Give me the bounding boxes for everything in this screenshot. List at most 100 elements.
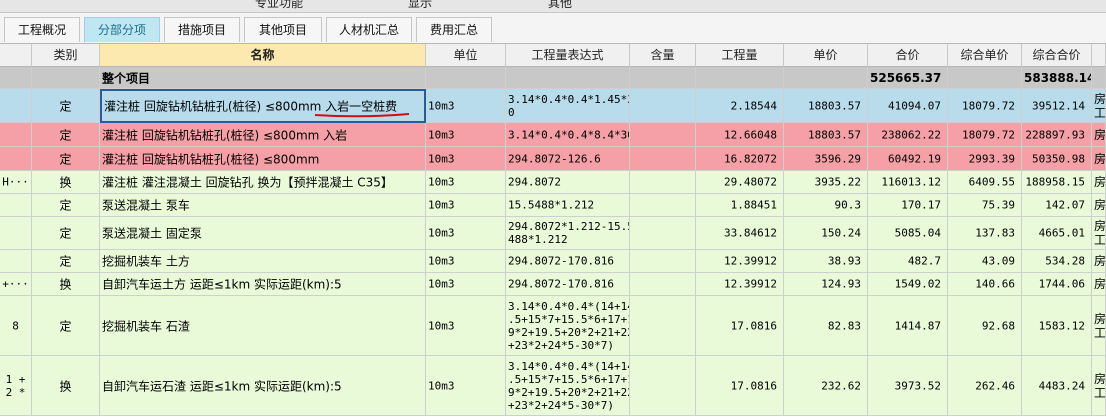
table-row[interactable]: 定灌注桩 回旋钻机钻桩孔(桩径) ≤800mm 入岩一空桩费 10m3 3.14*0… — [0, 89, 1106, 123]
cell-comp-total[interactable]: 142.07 — [1022, 194, 1092, 217]
cell-seq[interactable] — [0, 147, 32, 171]
table-row[interactable]: 定 泵送混凝土 泵车 10m3 15.5488*1.212 1.88451 90.3 170… — [0, 194, 1106, 217]
cell-unit[interactable]: 10m3 — [426, 147, 506, 171]
cell-unit[interactable]: 10m3 — [426, 250, 506, 273]
cell-total[interactable]: 41094.07 — [868, 89, 948, 123]
cell-comp-total[interactable]: 4665.01 — [1022, 217, 1092, 250]
cell-content[interactable] — [630, 194, 696, 217]
cell-type[interactable]: 定 — [32, 147, 100, 171]
cell-extra[interactable]: 房 工 — [1092, 89, 1106, 123]
summary-row[interactable]: 整个项目 525665.37 583888.14 — [0, 67, 1106, 89]
cell-unit-price[interactable]: 90.3 — [784, 194, 868, 217]
cell-type[interactable]: 换 — [32, 356, 100, 416]
cell-quantity[interactable]: 33.84612 — [696, 217, 784, 250]
header-content[interactable]: 含量 — [630, 44, 696, 67]
cell-expression[interactable]: 3.14*0.4*0.4*(14+14 .5+15*7+15.5*6+17+1 … — [506, 356, 630, 416]
header-unit-price[interactable]: 单价 — [784, 44, 868, 67]
header-unit[interactable]: 单位 — [426, 44, 506, 67]
cell-comp-total[interactable]: 4483.24 — [1022, 356, 1092, 416]
cell-quantity[interactable]: 17.0816 — [696, 296, 784, 356]
cell-comp-total[interactable]: 228897.93 — [1022, 123, 1092, 147]
table-row[interactable]: H··· 换 灌注桩 灌注混凝土 回旋钻孔 换为【预拌混凝土 C35】 10m3 294… — [0, 171, 1106, 194]
cell-seq[interactable]: 1 + 2 * — [0, 356, 32, 416]
cell-unit[interactable]: 10m3 — [426, 194, 506, 217]
cell-type[interactable]: 换 — [32, 171, 100, 194]
cell-unit-price[interactable]: 150.24 — [784, 217, 868, 250]
cell-name[interactable]: 自卸汽车运石渣 运距≤1km 实际运距(km):5 — [100, 356, 426, 416]
cell-seq[interactable] — [0, 194, 32, 217]
cell-unit[interactable]: 10m3 — [426, 171, 506, 194]
table-row[interactable]: 定 灌注桩 回旋钻机钻桩孔(桩径) ≤800mm 入岩 10m3 3.14*0.4*0… — [0, 123, 1106, 147]
cell-total[interactable]: 60492.19 — [868, 147, 948, 171]
cell-expression[interactable]: 3.14*0.4*0.4*(14+14 .5+15*7+15.5*6+17+1 … — [506, 296, 630, 356]
cell-type[interactable]: 定 — [32, 296, 100, 356]
cell-quantity[interactable]: 16.82072 — [696, 147, 784, 171]
cell-unit[interactable]: 10m3 — [426, 217, 506, 250]
cell-expression[interactable]: 15.5488*1.212 — [506, 194, 630, 217]
table-row[interactable]: 定 挖掘机装车 土方 10m3 294.8072-170.816 12.39912 38.… — [0, 250, 1106, 273]
table-row[interactable]: 定 泵送混凝土 固定泵 10m3 294.8072*1.212-15.5 488*1.… — [0, 217, 1106, 250]
header-quantity[interactable]: 工程量 — [696, 44, 784, 67]
cell-extra[interactable]: 房 — [1092, 171, 1106, 194]
cell-comp-total[interactable]: 39512.14 — [1022, 89, 1092, 123]
cell-unit[interactable]: 10m3 — [426, 273, 506, 296]
cell-content[interactable] — [630, 217, 696, 250]
cell-total[interactable]: 116013.12 — [868, 171, 948, 194]
cell-content[interactable] — [630, 123, 696, 147]
cell-comp-unit-price[interactable]: 140.66 — [948, 273, 1022, 296]
header-total[interactable]: 合价 — [868, 44, 948, 67]
table-row[interactable]: 1 + 2 * 换 自卸汽车运石渣 运距≤1km 实际运距(km):5 10m3 3.1… — [0, 356, 1106, 416]
tab-measure-items[interactable]: 措施项目 — [164, 17, 240, 42]
cell-comp-total[interactable]: 1744.06 — [1022, 273, 1092, 296]
cell-extra[interactable]: 房 — [1092, 194, 1106, 217]
cell-seq[interactable]: +··· — [0, 273, 32, 296]
cell-comp-total[interactable]: 534.28 — [1022, 250, 1092, 273]
cell-comp-unit-price[interactable]: 92.68 — [948, 296, 1022, 356]
cell-content[interactable] — [630, 147, 696, 171]
cell-seq[interactable] — [0, 89, 32, 123]
cell-unit[interactable]: 10m3 — [426, 123, 506, 147]
cell-name[interactable]: 泵送混凝土 固定泵 — [100, 217, 426, 250]
cell-quantity[interactable]: 29.48072 — [696, 171, 784, 194]
cell-comp-unit-price[interactable]: 6409.55 — [948, 171, 1022, 194]
cell-name[interactable]: 自卸汽车运土方 运距≤1km 实际运距(km):5 — [100, 273, 426, 296]
cell-unit-price[interactable]: 3596.29 — [784, 147, 868, 171]
cell-type[interactable]: 定 — [32, 89, 100, 123]
cell-extra[interactable]: 房 工 — [1092, 217, 1106, 250]
tab-labor-material-summary[interactable]: 人材机汇总 — [326, 17, 412, 42]
cell-unit[interactable]: 10m3 — [426, 356, 506, 416]
cell-total[interactable]: 170.17 — [868, 194, 948, 217]
cell-unit-price[interactable]: 124.93 — [784, 273, 868, 296]
tab-project-overview[interactable]: 工程概况 — [4, 17, 80, 42]
cell-content[interactable] — [630, 89, 696, 123]
cell-name[interactable]: 灌注桩 灌注混凝土 回旋钻孔 换为【预拌混凝土 C35】 — [100, 171, 426, 194]
cell-extra[interactable]: 房 — [1092, 250, 1106, 273]
cell-total[interactable]: 238062.22 — [868, 123, 948, 147]
header-type[interactable]: 类别 — [32, 44, 100, 67]
header-name[interactable]: 名称 — [100, 44, 426, 67]
cell-content[interactable] — [630, 273, 696, 296]
cell-quantity[interactable]: 12.39912 — [696, 273, 784, 296]
cell-type[interactable]: 定 — [32, 217, 100, 250]
cell-seq[interactable]: 8 — [0, 296, 32, 356]
cell-name[interactable]: 挖掘机装车 土方 — [100, 250, 426, 273]
cell-name[interactable]: 泵送混凝土 泵车 — [100, 194, 426, 217]
cell-content[interactable] — [630, 356, 696, 416]
cell-quantity[interactable]: 2.18544 — [696, 89, 784, 123]
tab-division-items[interactable]: 分部分项 — [84, 17, 160, 42]
header-expression[interactable]: 工程量表达式 — [506, 44, 630, 67]
cell-comp-unit-price[interactable]: 137.83 — [948, 217, 1022, 250]
cell-total[interactable]: 1549.02 — [868, 273, 948, 296]
cell-comp-unit-price[interactable]: 2993.39 — [948, 147, 1022, 171]
menu-other[interactable]: 其他 — [548, 0, 572, 10]
cell-seq[interactable] — [0, 250, 32, 273]
cell-name[interactable]: 挖掘机装车 石渣 — [100, 296, 426, 356]
cell-seq[interactable] — [0, 217, 32, 250]
cell-type[interactable]: 定 — [32, 250, 100, 273]
cell-expression[interactable]: 294.8072 — [506, 171, 630, 194]
cell-unit[interactable]: 10m3 — [426, 296, 506, 356]
cell-extra[interactable]: 房 工 — [1092, 296, 1106, 356]
cell-content[interactable] — [630, 171, 696, 194]
cell-extra[interactable]: 房 工 — [1092, 356, 1106, 416]
cell-total[interactable]: 5085.04 — [868, 217, 948, 250]
